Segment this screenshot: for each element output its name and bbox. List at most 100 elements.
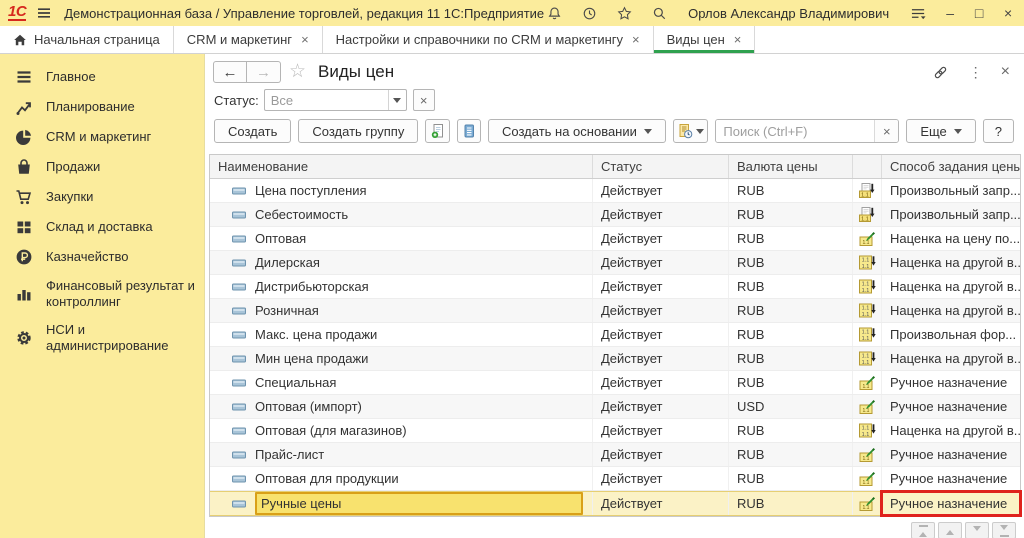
tab-crm-settings[interactable]: Настройки и справочники по CRM и маркети…	[323, 26, 654, 53]
form-header-actions: ⋮ ×	[931, 62, 1010, 82]
column-header-icon[interactable]	[853, 155, 882, 178]
main-menu-icon[interactable]	[36, 3, 52, 23]
maximize-button[interactable]: □	[972, 6, 986, 20]
global-search-icon[interactable]	[649, 3, 669, 23]
chevron-down-icon	[954, 129, 962, 138]
table-row[interactable]: СпециальнаяДействуетRUB1.1Ручное назначе…	[210, 371, 1020, 395]
move-down-button[interactable]	[965, 522, 989, 538]
grid-icon	[15, 218, 33, 236]
sidebar-item-warehouse[interactable]: Склад и доставка	[0, 212, 204, 242]
sidebar-item-purchases[interactable]: Закупки	[0, 182, 204, 212]
more-actions-icon[interactable]: ⋮	[969, 64, 983, 81]
sidebar-item-fin-result[interactable]: Финансовый результат и контроллинг	[0, 272, 204, 316]
move-to-top-button[interactable]	[911, 522, 935, 538]
close-window-button[interactable]: ×	[1001, 6, 1015, 20]
history-icon[interactable]	[579, 3, 599, 23]
favorites-star-icon[interactable]	[614, 3, 634, 23]
create-based-on-button[interactable]: Создать на основании	[488, 119, 666, 143]
status-filter-label: Статус:	[214, 93, 259, 108]
create-button[interactable]: Создать	[214, 119, 291, 143]
column-header-method[interactable]: Способ задания цены	[882, 155, 1020, 178]
tab-label: Настройки и справочники по CRM и маркети…	[336, 32, 623, 47]
price-numbers-icon: 1.11.1	[859, 279, 876, 294]
price-pencil-icon: 1.1	[859, 496, 876, 511]
table-row[interactable]: СебестоимостьДействуетRUB1.1Произвольный…	[210, 203, 1020, 227]
table-row[interactable]: Ручные ценыДействуетRUB1.1Ручное назначе…	[210, 491, 1020, 516]
document-history-button[interactable]	[673, 119, 709, 143]
service-menu-icon[interactable]	[908, 3, 928, 23]
sidebar-item-planning[interactable]: Планирование	[0, 92, 204, 122]
sidebar-item-label: Казначейство	[46, 249, 128, 265]
price-type-name: Оптовая (для магазинов)	[255, 419, 584, 442]
cell-name: Себестоимость	[210, 203, 593, 226]
search-input[interactable]	[716, 120, 874, 142]
minimize-button[interactable]: –	[943, 6, 957, 20]
table-row[interactable]: Оптовая (для магазинов)ДействуетRUB1.11.…	[210, 419, 1020, 443]
column-header-name[interactable]: Наименование	[210, 155, 593, 178]
cell-method: Наценка на другой в...	[882, 419, 1020, 442]
sidebar-item-crm-marketing[interactable]: CRM и маркетинг	[0, 122, 204, 152]
cell-method-icon: 1.1	[853, 443, 882, 466]
forward-button[interactable]: →	[247, 61, 281, 83]
sidebar-item-label: Продажи	[46, 159, 100, 175]
tab-price-types[interactable]: Виды цен ×	[654, 26, 756, 53]
cell-method: Ручное назначение	[882, 395, 1020, 418]
svg-text:1.1: 1.1	[861, 330, 869, 336]
search-clear-button[interactable]: ×	[874, 120, 898, 142]
status-filter-combobox[interactable]: Все	[264, 89, 407, 111]
notifications-bell-icon[interactable]	[544, 3, 564, 23]
add-to-favorites-star-icon[interactable]: ☆	[289, 63, 306, 81]
status-filter-clear-button[interactable]: ×	[413, 89, 435, 111]
cart-icon	[15, 188, 33, 206]
list-report-button[interactable]	[457, 119, 481, 143]
table-row[interactable]: Цена поступленияДействуетRUB1.1Произволь…	[210, 179, 1020, 203]
cell-method-icon: 1.1	[853, 371, 882, 394]
column-header-currency[interactable]: Валюта цены	[729, 155, 853, 178]
create-copy-button[interactable]	[425, 119, 449, 143]
tab-label: Виды цен	[667, 32, 725, 47]
table-row[interactable]: Оптовая (импорт)ДействуетUSD1.1Ручное на…	[210, 395, 1020, 419]
tab-close-icon[interactable]: ×	[301, 32, 309, 47]
svg-text:1.1: 1.1	[861, 306, 869, 312]
cell-status: Действует	[593, 395, 729, 418]
sidebar-item-sales[interactable]: Продажи	[0, 152, 204, 182]
cell-currency: USD	[729, 395, 853, 418]
sidebar-item-main[interactable]: Главное	[0, 62, 204, 92]
sidebar-item-nsi-admin[interactable]: НСИ и администрирование	[0, 316, 204, 360]
table-row[interactable]: ДилерскаяДействуетRUB1.11.1Наценка на др…	[210, 251, 1020, 275]
move-to-bottom-button[interactable]	[992, 522, 1016, 538]
status-filter-value: Все	[265, 93, 388, 108]
table-row[interactable]: РозничнаяДействуетRUB1.11.1Наценка на др…	[210, 299, 1020, 323]
app-window: 1С Демонстрационная база / Управление то…	[0, 0, 1024, 538]
table-row[interactable]: ДистрибьюторскаяДействуетRUB1.11.1Наценк…	[210, 275, 1020, 299]
close-form-icon[interactable]: ×	[1001, 63, 1010, 81]
svg-text:1.1: 1.1	[861, 432, 869, 438]
table-row[interactable]: ОптоваяДействуетRUB1.1Наценка на цену по…	[210, 227, 1020, 251]
price-type-name: Цена поступления	[255, 179, 584, 202]
combo-dropdown-icon[interactable]	[388, 90, 406, 110]
table-body: Цена поступленияДействуетRUB1.1Произволь…	[210, 179, 1020, 516]
get-link-icon[interactable]	[931, 62, 951, 82]
cell-name: Розничная	[210, 299, 593, 322]
tab-close-icon[interactable]: ×	[734, 32, 742, 47]
more-button[interactable]: Еще	[906, 119, 975, 143]
price-pencil-icon: 1.1	[859, 375, 876, 390]
current-user[interactable]: Орлов Александр Владимирович	[688, 6, 889, 21]
column-header-status[interactable]: Статус	[593, 155, 729, 178]
price-type-item-icon	[232, 451, 246, 459]
help-button[interactable]: ?	[983, 119, 1014, 143]
table-row[interactable]: Прайс-листДействуетRUB1.1Ручное назначен…	[210, 443, 1020, 467]
menu-lines-icon	[15, 68, 33, 86]
move-up-button[interactable]	[938, 522, 962, 538]
back-button[interactable]: ←	[213, 61, 247, 83]
tab-close-icon[interactable]: ×	[632, 32, 640, 47]
create-group-button[interactable]: Создать группу	[298, 119, 418, 143]
table-row[interactable]: Оптовая для продукцииДействуетRUB1.1Ручн…	[210, 467, 1020, 491]
tab-crm-marketing[interactable]: CRM и маркетинг×	[174, 26, 323, 53]
table-row[interactable]: Мин цена продажиДействуетRUB1.11.1Наценк…	[210, 347, 1020, 371]
cell-currency: RUB	[729, 467, 853, 490]
table-row[interactable]: Макс. цена продажиДействуетRUB1.11.1Прои…	[210, 323, 1020, 347]
sidebar-item-treasury[interactable]: Казначейство	[0, 242, 204, 272]
tab-home[interactable]: Начальная страница	[0, 26, 174, 53]
cell-currency: RUB	[729, 299, 853, 322]
